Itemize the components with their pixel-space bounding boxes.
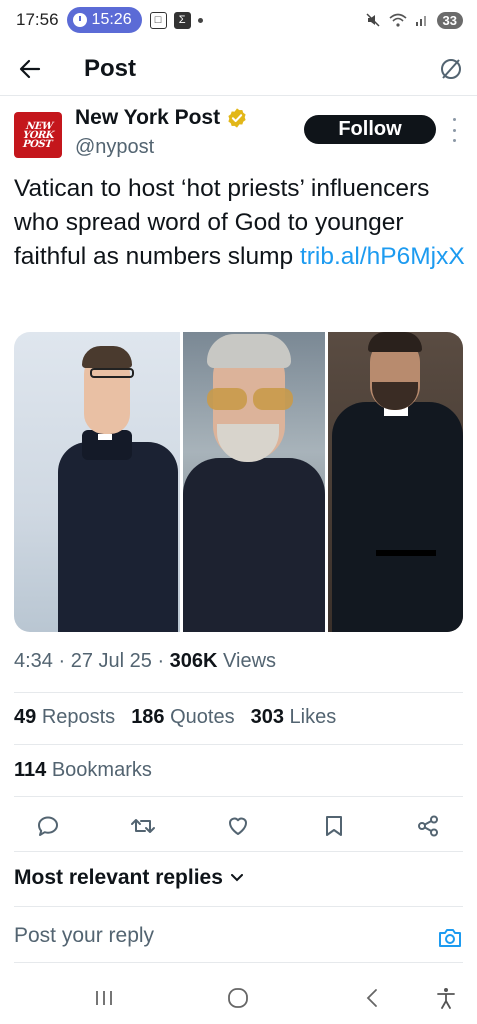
repost-icon <box>131 819 155 833</box>
author-handle[interactable]: @nypost <box>75 136 154 159</box>
like-button[interactable] <box>224 812 252 840</box>
reposts-stat[interactable]: 49 Reposts <box>14 706 115 729</box>
nypost-logo: NEW YORK POST <box>21 120 54 150</box>
screenshot-icon: □ <box>149 11 167 29</box>
post-meta: 4:34 · 27 Jul 25 · 306K Views <box>14 650 277 672</box>
views-count: 306K <box>169 650 218 672</box>
action-bar <box>0 806 477 846</box>
signal-icon <box>415 16 426 26</box>
photo-priest-1[interactable] <box>14 332 180 632</box>
stopwatch-icon <box>72 13 87 27</box>
page-title: Post <box>84 54 137 82</box>
more-notifications-dot <box>197 17 203 23</box>
status-time: 17:56 <box>16 10 59 29</box>
reply-button[interactable] <box>34 812 62 840</box>
timer-value: 15:26 <box>91 11 132 28</box>
author-name: New York Post <box>75 106 221 129</box>
back-arrow-icon <box>19 59 41 78</box>
divider <box>14 962 463 963</box>
timer-pill[interactable]: 15:26 <box>66 7 142 33</box>
post-stats: 49 Reposts 186 Quotes 303 Likes <box>14 706 336 729</box>
back-button[interactable] <box>0 42 60 96</box>
divider <box>14 851 463 852</box>
post-time: 4:34 <box>14 650 53 672</box>
follow-button[interactable]: Follow <box>304 115 436 144</box>
accessibility-icon <box>437 988 455 1009</box>
muted-filter-button[interactable] <box>425 42 477 96</box>
avatar[interactable]: NEW YORK POST <box>14 112 62 158</box>
like-icon <box>229 817 247 835</box>
reply-icon <box>38 816 58 836</box>
recent-apps-button[interactable] <box>90 984 118 1012</box>
recent-apps-icon <box>96 991 112 1005</box>
post-link[interactable]: trib.al/hP6MjxX <box>300 243 465 270</box>
more-options-button[interactable] <box>449 118 459 142</box>
share-button[interactable] <box>414 812 442 840</box>
divider <box>14 906 463 907</box>
accessibility-button[interactable] <box>432 984 460 1012</box>
author-name-row[interactable]: New York Post <box>75 106 248 130</box>
no-entry-icon <box>441 58 461 79</box>
quotes-stat[interactable]: 186 Quotes <box>131 706 234 729</box>
back-nav-button[interactable] <box>358 984 386 1012</box>
post-date: 27 Jul 25 <box>70 650 152 672</box>
divider <box>14 692 463 693</box>
post-header: Post <box>0 42 477 96</box>
post-text: Vatican to host ‘hot priests’ influencer… <box>14 172 466 274</box>
system-icons: 33 <box>365 11 463 29</box>
bookmark-icon <box>326 816 342 836</box>
verified-badge-icon <box>228 108 246 128</box>
replies-sort-button[interactable]: Most relevant replies <box>14 866 243 890</box>
home-button[interactable] <box>224 984 252 1012</box>
likes-stat[interactable]: 303 Likes <box>251 706 337 729</box>
divider <box>14 796 463 797</box>
divider <box>14 744 463 745</box>
notification-icons: □ Σ <box>149 11 203 29</box>
reply-input[interactable]: Post your reply <box>14 924 154 948</box>
system-nav-bar <box>0 972 477 1024</box>
status-bar: 17:56 15:26 □ Σ 33 <box>0 0 477 40</box>
share-icon <box>418 815 438 837</box>
mute-icon <box>366 13 380 27</box>
repost-button[interactable] <box>129 812 157 840</box>
post-media[interactable] <box>14 332 463 632</box>
post-author: NEW YORK POST New York Post @nypost Follow <box>0 100 477 164</box>
camera-icon <box>439 929 461 947</box>
bookmarks-stat[interactable]: 114 Bookmarks <box>14 759 152 782</box>
sigma-icon: Σ <box>173 11 191 29</box>
bookmark-button[interactable] <box>320 812 348 840</box>
photo-priest-2[interactable] <box>183 332 325 632</box>
battery-indicator: 33 <box>436 11 463 29</box>
views-label: Views <box>223 650 277 672</box>
chevron-down-icon <box>230 874 243 882</box>
home-icon <box>228 988 248 1008</box>
replies-sort-label: Most relevant replies <box>14 866 223 889</box>
camera-button[interactable] <box>437 925 463 951</box>
back-chevron-icon <box>366 989 377 1007</box>
wifi-icon <box>389 13 407 27</box>
photo-priest-3[interactable] <box>328 332 463 632</box>
